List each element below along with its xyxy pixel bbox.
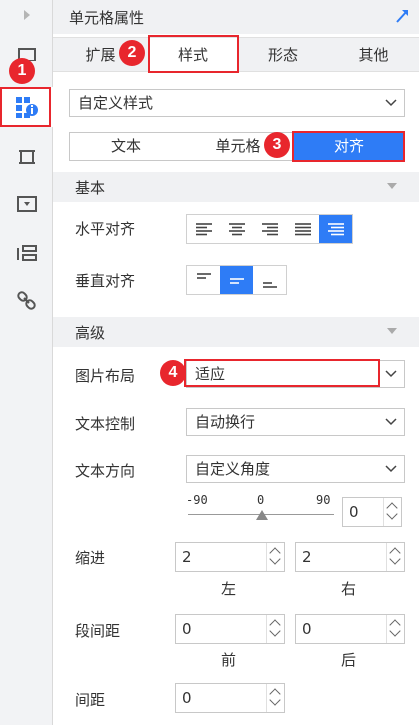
para-before-spinner[interactable]: 0 (175, 614, 285, 644)
indent-left-spinner[interactable]: 2 (175, 542, 285, 572)
indent-right-value: 2 (302, 548, 312, 566)
dock-pin-icon[interactable] (395, 8, 409, 28)
valign-top-icon[interactable] (187, 266, 220, 294)
text-direction-select[interactable]: 自定义角度 (186, 455, 405, 483)
text-control-value: 自动换行 (195, 413, 256, 431)
section-advanced-title: 高级 (75, 324, 106, 342)
text-direction-label: 文本方向 (75, 462, 136, 480)
valign-middle-icon[interactable] (220, 266, 253, 294)
chevron-down-icon (378, 456, 404, 482)
highlight-align-subtab (292, 131, 405, 162)
align-left-icon[interactable] (187, 215, 220, 243)
panel-titlebar: 单元格属性 (53, 0, 419, 34)
slider-min-label: -90 (186, 493, 208, 507)
align-right-icon[interactable] (253, 215, 286, 243)
h-align-group (186, 214, 353, 244)
spinner-arrows-icon[interactable] (266, 684, 284, 712)
para-after-value: 0 (302, 620, 312, 638)
cell-border-icon[interactable] (0, 139, 53, 175)
indent-right-caption: 右 (341, 580, 357, 598)
align-justify-icon[interactable] (286, 215, 319, 243)
text-control-select[interactable]: 自动换行 (186, 408, 405, 436)
section-basic[interactable]: 基本 (53, 172, 419, 202)
panel-title: 单元格属性 (69, 9, 145, 27)
step-badge-1: 1 (9, 58, 35, 84)
tab-other[interactable]: 其他 (328, 38, 419, 72)
hyperlink-icon[interactable] (0, 283, 53, 319)
collapse-caret-icon (387, 328, 397, 334)
spinner-arrows-icon[interactable] (266, 543, 284, 571)
v-align-label: 垂直对齐 (75, 272, 136, 290)
slider-mid-label: 0 (257, 493, 265, 507)
subtab-text[interactable]: 文本 (70, 133, 182, 160)
style-select[interactable]: 自定义样式 (69, 89, 405, 117)
spinner-arrows-icon[interactable] (383, 498, 401, 526)
spacing-label: 间距 (75, 691, 106, 709)
expand-arrow-icon[interactable] (0, 0, 53, 30)
indent-right-spinner[interactable]: 2 (295, 542, 405, 572)
spacing-spinner[interactable]: 0 (175, 683, 285, 713)
tab-form[interactable]: 形态 (238, 38, 328, 72)
slider-thumb[interactable] (256, 510, 268, 520)
h-align-label: 水平对齐 (75, 220, 136, 238)
angle-slider[interactable]: -90 0 90 (186, 493, 336, 529)
section-advanced[interactable]: 高级 (53, 317, 419, 347)
chevron-down-icon (378, 409, 404, 435)
highlight-image-layout (184, 359, 380, 387)
widget-icon[interactable] (0, 186, 53, 222)
highlight-style-tab (148, 35, 239, 73)
indent-label: 缩进 (75, 549, 106, 567)
style-select-value: 自定义样式 (78, 94, 154, 112)
indent-left-value: 2 (182, 548, 192, 566)
spacing-value: 0 (182, 689, 192, 707)
para-spacing-label: 段间距 (75, 622, 121, 640)
text-control-label: 文本控制 (75, 415, 136, 433)
step-badge-4: 4 (160, 360, 186, 386)
align-center-icon[interactable] (220, 215, 253, 243)
para-before-value: 0 (182, 620, 192, 638)
collapse-caret-icon (387, 183, 397, 189)
align-distributed-icon[interactable] (319, 215, 352, 243)
angle-value: 0 (349, 503, 359, 521)
para-before-caption: 前 (221, 651, 237, 669)
data-list-icon[interactable] (0, 236, 53, 272)
v-align-group (186, 265, 287, 295)
para-after-spinner[interactable]: 0 (295, 614, 405, 644)
section-basic-title: 基本 (75, 179, 106, 197)
spinner-arrows-icon[interactable] (386, 615, 404, 643)
valign-bottom-icon[interactable] (253, 266, 286, 294)
indent-left-caption: 左 (221, 580, 237, 598)
image-layout-label: 图片布局 (75, 367, 136, 385)
spinner-arrows-icon[interactable] (386, 543, 404, 571)
highlight-sidebar-cell (0, 87, 51, 127)
text-direction-value: 自定义角度 (195, 460, 271, 478)
chevron-down-icon (378, 90, 404, 116)
step-badge-3: 3 (264, 132, 290, 158)
slider-max-label: 90 (316, 493, 331, 507)
chevron-down-icon (378, 361, 404, 387)
step-badge-2: 2 (119, 40, 145, 66)
angle-spinner[interactable]: 0 (342, 497, 402, 527)
para-after-caption: 后 (341, 651, 357, 669)
spinner-arrows-icon[interactable] (266, 615, 284, 643)
